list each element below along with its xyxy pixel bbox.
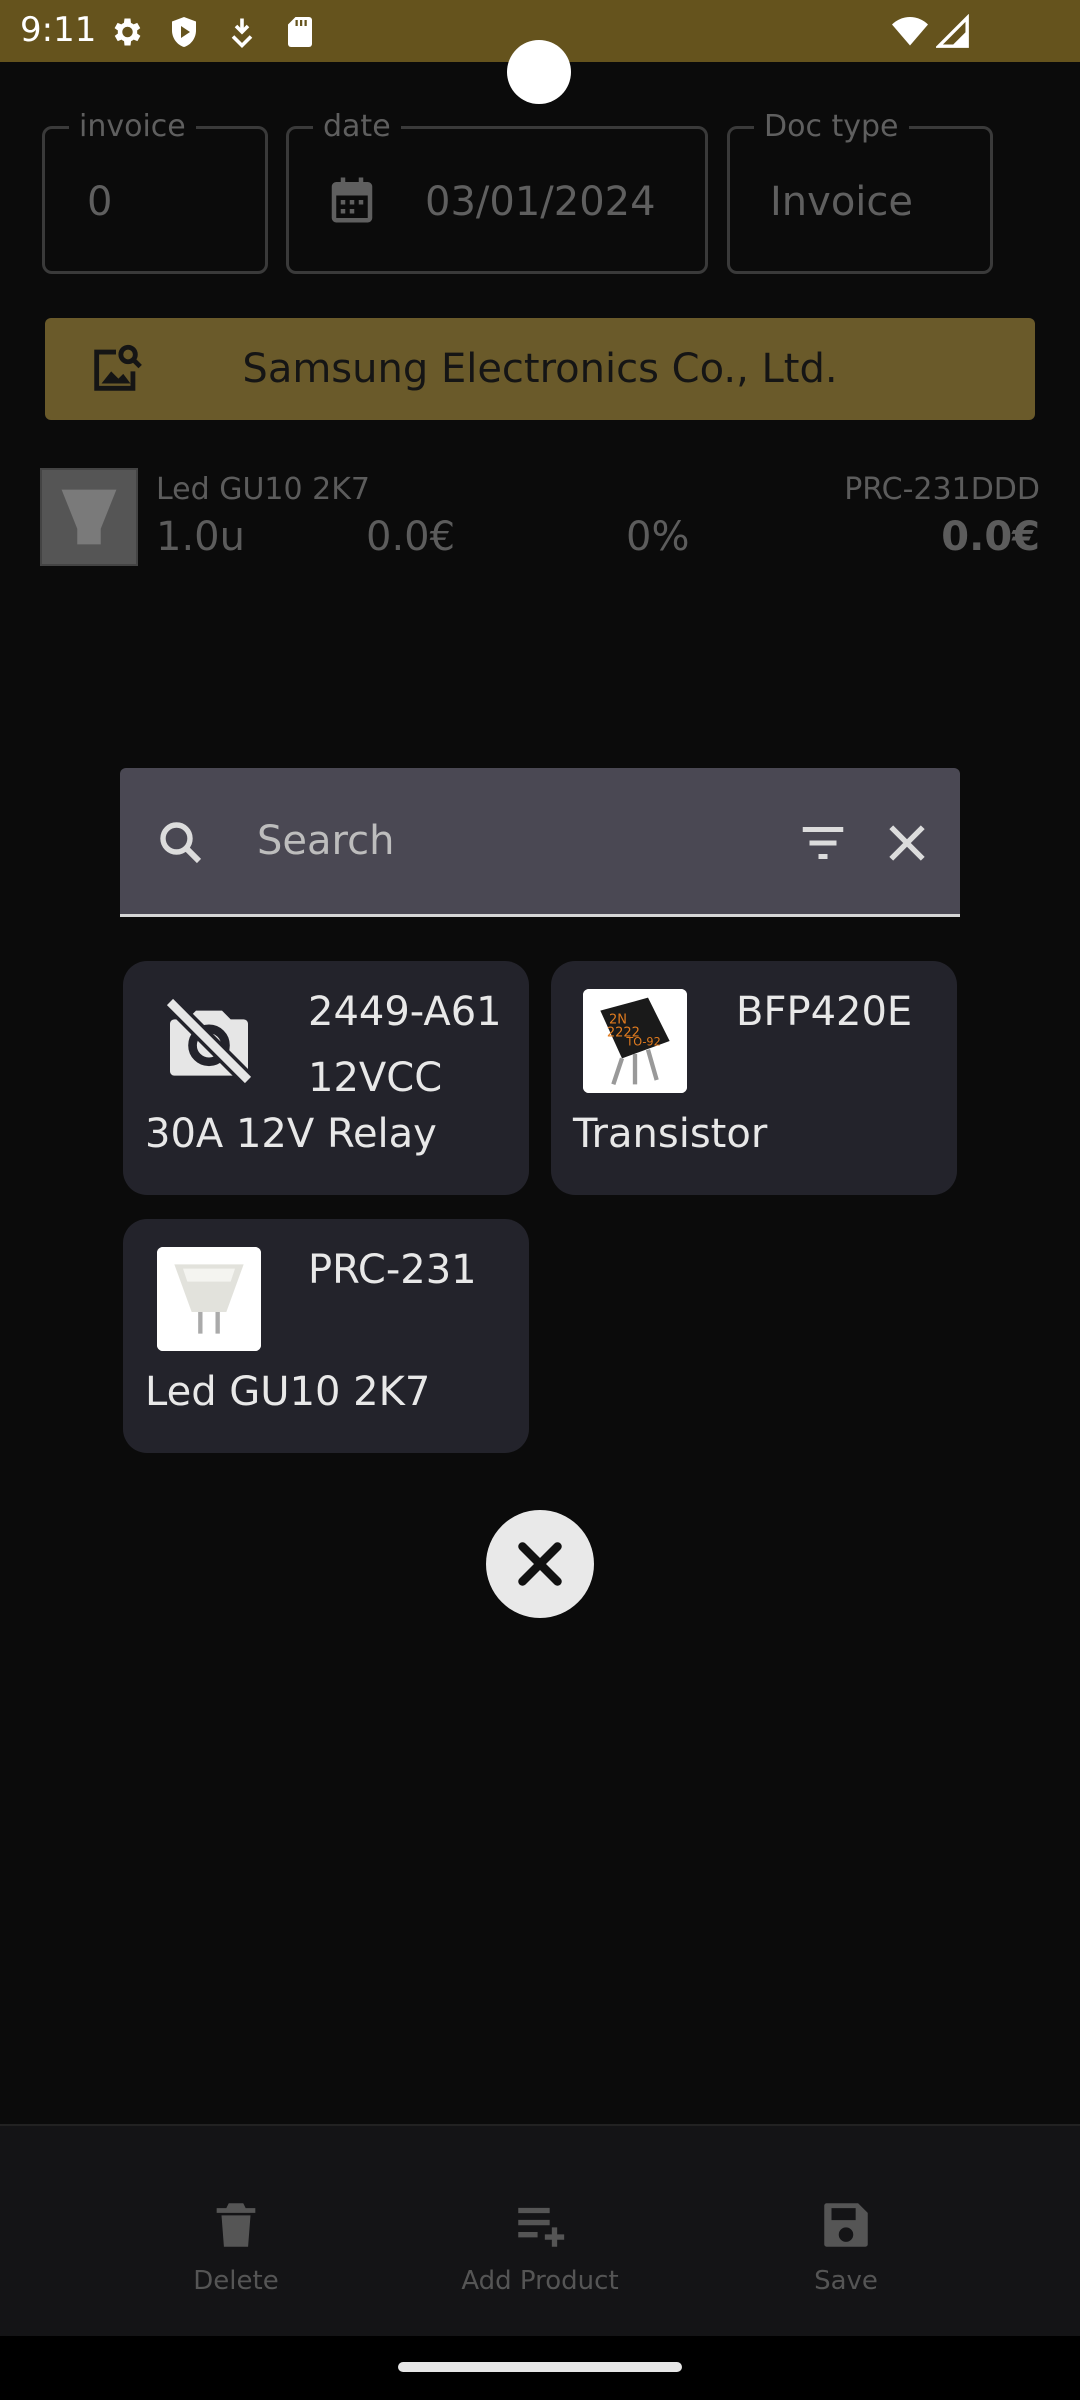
floppy-disk-icon xyxy=(824,2203,868,2247)
product-name: Led GU10 2K7 xyxy=(145,1369,431,1415)
save-button[interactable]: Save xyxy=(716,2196,976,2316)
add-product-button[interactable]: Add Product xyxy=(410,2196,670,2316)
add-product-label: Add Product xyxy=(461,2266,619,2296)
product-code: 2449-A61 12VCC xyxy=(308,989,502,1101)
product-thumbnail: 2N 2222 TO-92 xyxy=(583,989,687,1093)
download-icon xyxy=(231,18,253,49)
product-name: 30A 12V Relay xyxy=(145,1111,437,1157)
wifi-icon xyxy=(892,17,928,46)
product-search-bar xyxy=(120,768,960,917)
product-thumbnail xyxy=(157,989,261,1093)
save-label: Save xyxy=(814,2266,878,2296)
gesture-navigation-area xyxy=(0,2336,1080,2400)
home-gesture-handle[interactable] xyxy=(398,2362,682,2372)
filter-icon[interactable] xyxy=(796,816,850,870)
clear-search-icon[interactable] xyxy=(880,816,934,870)
svg-text:TO-92: TO-92 xyxy=(625,1035,660,1048)
search-icon xyxy=(160,822,202,864)
led-bulb-image xyxy=(157,1247,261,1351)
product-card[interactable]: PRC-231 Led GU10 2K7 xyxy=(123,1219,529,1453)
product-code: BFP420E xyxy=(736,989,913,1035)
sd-card-icon xyxy=(288,17,312,47)
signal-icon xyxy=(936,14,969,48)
product-code: PRC-231 xyxy=(308,1247,477,1293)
transistor-image: 2N2222TO-92 xyxy=(583,989,687,1093)
trash-icon xyxy=(216,2203,256,2247)
delete-button[interactable]: Delete xyxy=(106,2196,366,2316)
status-time: 9:11 xyxy=(20,10,97,50)
bottom-navigation: Delete Add Product Save xyxy=(0,2124,1080,2338)
shield-play-icon xyxy=(172,17,196,47)
playlist-add-icon xyxy=(518,2207,565,2247)
product-card[interactable]: 2449-A61 12VCC 30A 12V Relay xyxy=(123,961,529,1195)
search-input[interactable] xyxy=(255,810,759,872)
close-dialog-button[interactable] xyxy=(486,1510,594,1618)
delete-label: Delete xyxy=(193,2266,279,2296)
no-photo-icon xyxy=(164,996,254,1086)
product-thumbnail xyxy=(157,1247,261,1351)
product-card[interactable]: 2N 2222 TO-92 BFP420E Transistor xyxy=(551,961,957,1195)
settings-icon xyxy=(114,18,141,46)
product-name: Transistor xyxy=(573,1111,768,1157)
close-icon xyxy=(518,1542,562,1586)
